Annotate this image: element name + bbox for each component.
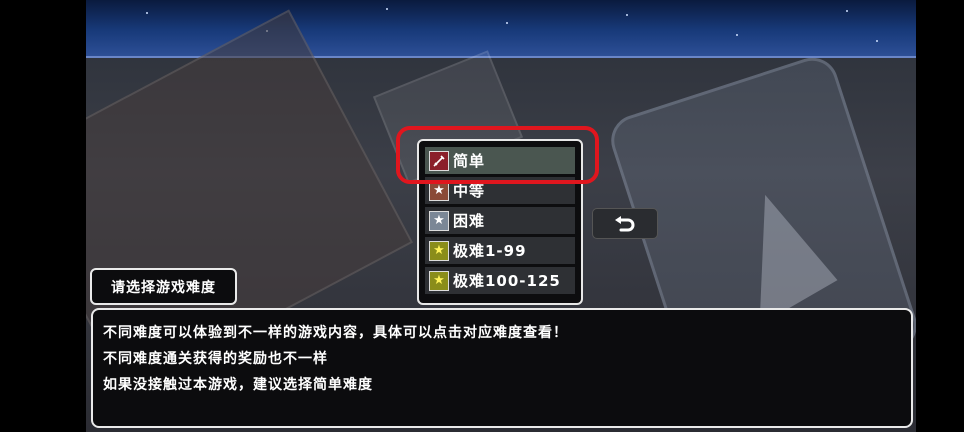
star-icon: ★ bbox=[429, 210, 449, 231]
selection-highlight-ring bbox=[396, 126, 599, 184]
difficulty-label: 极难100-125 bbox=[453, 272, 561, 290]
difficulty-label: 极难1-99 bbox=[453, 242, 527, 260]
difficulty-label: 困难 bbox=[453, 212, 486, 230]
difficulty-option-hard[interactable]: ★ 困难 bbox=[425, 207, 575, 234]
back-arrow-icon bbox=[615, 215, 635, 231]
starry-sky-banner bbox=[86, 0, 916, 58]
info-line: 不同难度通关获得的奖励也不一样 bbox=[103, 351, 328, 367]
difficulty-option-extreme-100-125[interactable]: ★ 极难100-125 bbox=[425, 267, 575, 294]
page-title: 请选择游戏难度 bbox=[90, 268, 237, 305]
info-dialog: 不同难度可以体验到不一样的游戏内容，具体可以点击对应难度查看！ 不同难度通关获得… bbox=[91, 308, 913, 428]
back-button[interactable] bbox=[592, 208, 658, 239]
info-line: 不同难度可以体验到不一样的游戏内容，具体可以点击对应难度查看！ bbox=[103, 325, 568, 341]
star-icon: ★ bbox=[429, 240, 449, 261]
star-icon: ★ bbox=[429, 270, 449, 291]
difficulty-option-extreme-1-99[interactable]: ★ 极难1-99 bbox=[425, 237, 575, 264]
info-line: 如果没接触过本游戏，建议选择简单难度 bbox=[103, 377, 373, 393]
